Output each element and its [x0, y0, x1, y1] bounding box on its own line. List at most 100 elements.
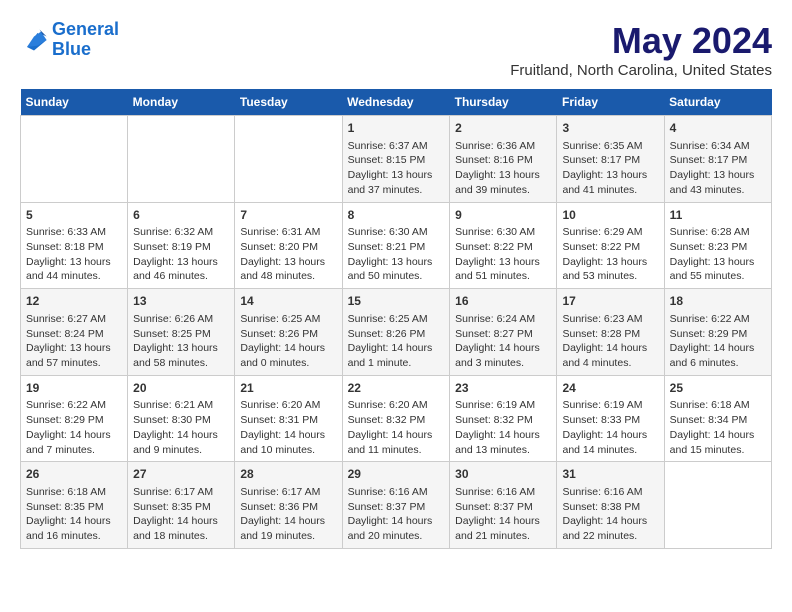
calendar-cell: 31 Sunrise: 6:16 AM Sunset: 8:38 PM Dayli… [557, 462, 664, 549]
calendar-cell: 25Sunrise: 6:18 AM Sunset: 8:34 PM Dayli… [664, 375, 771, 462]
calendar-header-row: SundayMondayTuesdayWednesdayThursdayFrid… [21, 89, 772, 116]
day-content: Sunrise: 6:33 AM Sunset: 8:18 PM Dayligh… [26, 225, 122, 284]
day-content: Sunrise: 6:23 AM Sunset: 8:28 PM Dayligh… [562, 312, 658, 371]
calendar-week-row: 26 Sunrise: 6:18 AM Sunset: 8:35 PM Dayli… [21, 462, 772, 549]
day-number: 17 [562, 293, 658, 310]
day-content: Sunrise: 6:30 AM Sunset: 8:21 PM Dayligh… [348, 225, 445, 284]
day-content: Sunrise: 6:24 AM Sunset: 8:27 PM Dayligh… [455, 312, 551, 371]
calendar-cell: 8Sunrise: 6:30 AM Sunset: 8:21 PM Daylig… [342, 202, 450, 289]
day-content: Sunrise: 6:20 AM Sunset: 8:32 PM Dayligh… [348, 398, 445, 457]
calendar-cell: 2Sunrise: 6:36 AM Sunset: 8:16 PM Daylig… [450, 116, 557, 203]
calendar-cell: 5Sunrise: 6:33 AM Sunset: 8:18 PM Daylig… [21, 202, 128, 289]
day-content: Sunrise: 6:30 AM Sunset: 8:22 PM Dayligh… [455, 225, 551, 284]
weekday-header: Monday [128, 89, 235, 116]
day-number: 11 [670, 207, 766, 224]
day-number: 5 [26, 207, 122, 224]
calendar-week-row: 12 Sunrise: 6:27 AM Sunset: 8:24 PM Dayli… [21, 289, 772, 376]
calendar-cell: 12 Sunrise: 6:27 AM Sunset: 8:24 PM Dayli… [21, 289, 128, 376]
calendar-cell: 11Sunrise: 6:28 AM Sunset: 8:23 PM Dayli… [664, 202, 771, 289]
calendar-cell: 21Sunrise: 6:20 AM Sunset: 8:31 PM Dayli… [235, 375, 342, 462]
day-number: 19 [26, 380, 122, 397]
day-number: 4 [670, 120, 766, 137]
calendar-cell: 26 Sunrise: 6:18 AM Sunset: 8:35 PM Dayli… [21, 462, 128, 549]
calendar-cell: 14 Sunrise: 6:25 AM Sunset: 8:26 PM Dayli… [235, 289, 342, 376]
calendar-week-row: 5Sunrise: 6:33 AM Sunset: 8:18 PM Daylig… [21, 202, 772, 289]
calendar-cell: 24Sunrise: 6:19 AM Sunset: 8:33 PM Dayli… [557, 375, 664, 462]
day-content: Sunrise: 6:29 AM Sunset: 8:22 PM Dayligh… [562, 225, 658, 284]
day-content: Sunrise: 6:18 AM Sunset: 8:35 PM Dayligh… [26, 485, 122, 544]
title-block: May 2024 Fruitland, North Carolina, Unit… [510, 20, 772, 79]
page-header: General Blue May 2024 Fruitland, North C… [20, 20, 772, 79]
calendar-cell [21, 116, 128, 203]
day-number: 20 [133, 380, 229, 397]
day-content: Sunrise: 6:16 AM Sunset: 8:37 PM Dayligh… [455, 485, 551, 544]
day-number: 14 [240, 293, 336, 310]
calendar-week-row: 19Sunrise: 6:22 AM Sunset: 8:29 PM Dayli… [21, 375, 772, 462]
day-content: Sunrise: 6:37 AM Sunset: 8:15 PM Dayligh… [348, 139, 445, 198]
day-content: Sunrise: 6:25 AM Sunset: 8:26 PM Dayligh… [240, 312, 336, 371]
day-number: 26 [26, 466, 122, 483]
calendar-cell: 27 Sunrise: 6:17 AM Sunset: 8:35 PM Dayli… [128, 462, 235, 549]
day-number: 16 [455, 293, 551, 310]
day-content: Sunrise: 6:16 AM Sunset: 8:37 PM Dayligh… [348, 485, 445, 544]
calendar-cell: 17 Sunrise: 6:23 AM Sunset: 8:28 PM Dayli… [557, 289, 664, 376]
calendar-cell: 29 Sunrise: 6:16 AM Sunset: 8:37 PM Dayli… [342, 462, 450, 549]
day-number: 29 [348, 466, 445, 483]
day-content: Sunrise: 6:28 AM Sunset: 8:23 PM Dayligh… [670, 225, 766, 284]
calendar-cell: 15 Sunrise: 6:25 AM Sunset: 8:26 PM Dayli… [342, 289, 450, 376]
day-number: 25 [670, 380, 766, 397]
day-content: Sunrise: 6:27 AM Sunset: 8:24 PM Dayligh… [26, 312, 122, 371]
day-number: 22 [348, 380, 445, 397]
day-content: Sunrise: 6:21 AM Sunset: 8:30 PM Dayligh… [133, 398, 229, 457]
calendar-week-row: 1Sunrise: 6:37 AM Sunset: 8:15 PM Daylig… [21, 116, 772, 203]
calendar-cell: 9Sunrise: 6:30 AM Sunset: 8:22 PM Daylig… [450, 202, 557, 289]
day-content: Sunrise: 6:17 AM Sunset: 8:36 PM Dayligh… [240, 485, 336, 544]
weekday-header: Friday [557, 89, 664, 116]
day-content: Sunrise: 6:25 AM Sunset: 8:26 PM Dayligh… [348, 312, 445, 371]
weekday-header: Sunday [21, 89, 128, 116]
calendar-cell [128, 116, 235, 203]
day-number: 12 [26, 293, 122, 310]
calendar-cell: 10Sunrise: 6:29 AM Sunset: 8:22 PM Dayli… [557, 202, 664, 289]
day-number: 3 [562, 120, 658, 137]
weekday-header: Wednesday [342, 89, 450, 116]
day-content: Sunrise: 6:34 AM Sunset: 8:17 PM Dayligh… [670, 139, 766, 198]
day-number: 27 [133, 466, 229, 483]
logo: General Blue [20, 20, 119, 60]
calendar-cell: 19Sunrise: 6:22 AM Sunset: 8:29 PM Dayli… [21, 375, 128, 462]
weekday-header: Saturday [664, 89, 771, 116]
day-number: 15 [348, 293, 445, 310]
logo-text: General Blue [52, 20, 119, 60]
weekday-header: Thursday [450, 89, 557, 116]
calendar-cell: 30 Sunrise: 6:16 AM Sunset: 8:37 PM Dayli… [450, 462, 557, 549]
calendar-cell: 13 Sunrise: 6:26 AM Sunset: 8:25 PM Dayli… [128, 289, 235, 376]
calendar-cell: 16 Sunrise: 6:24 AM Sunset: 8:27 PM Dayli… [450, 289, 557, 376]
day-number: 18 [670, 293, 766, 310]
day-number: 28 [240, 466, 336, 483]
calendar-cell: 3Sunrise: 6:35 AM Sunset: 8:17 PM Daylig… [557, 116, 664, 203]
day-content: Sunrise: 6:20 AM Sunset: 8:31 PM Dayligh… [240, 398, 336, 457]
day-content: Sunrise: 6:17 AM Sunset: 8:35 PM Dayligh… [133, 485, 229, 544]
day-number: 13 [133, 293, 229, 310]
logo-bird-icon [20, 26, 48, 54]
day-content: Sunrise: 6:32 AM Sunset: 8:19 PM Dayligh… [133, 225, 229, 284]
calendar-cell: 18 Sunrise: 6:22 AM Sunset: 8:29 PM Dayli… [664, 289, 771, 376]
calendar-cell: 20Sunrise: 6:21 AM Sunset: 8:30 PM Dayli… [128, 375, 235, 462]
day-number: 30 [455, 466, 551, 483]
day-content: Sunrise: 6:26 AM Sunset: 8:25 PM Dayligh… [133, 312, 229, 371]
calendar-title: May 2024 [510, 20, 772, 62]
calendar-cell: 28 Sunrise: 6:17 AM Sunset: 8:36 PM Dayli… [235, 462, 342, 549]
day-content: Sunrise: 6:22 AM Sunset: 8:29 PM Dayligh… [670, 312, 766, 371]
day-number: 23 [455, 380, 551, 397]
day-number: 8 [348, 207, 445, 224]
day-content: Sunrise: 6:16 AM Sunset: 8:38 PM Dayligh… [562, 485, 658, 544]
calendar-cell: 4 Sunrise: 6:34 AM Sunset: 8:17 PM Daylig… [664, 116, 771, 203]
day-content: Sunrise: 6:19 AM Sunset: 8:33 PM Dayligh… [562, 398, 658, 457]
day-number: 2 [455, 120, 551, 137]
day-content: Sunrise: 6:22 AM Sunset: 8:29 PM Dayligh… [26, 398, 122, 457]
calendar-cell: 1Sunrise: 6:37 AM Sunset: 8:15 PM Daylig… [342, 116, 450, 203]
day-number: 9 [455, 207, 551, 224]
day-number: 31 [562, 466, 658, 483]
day-number: 24 [562, 380, 658, 397]
calendar-table: SundayMondayTuesdayWednesdayThursdayFrid… [20, 89, 772, 549]
